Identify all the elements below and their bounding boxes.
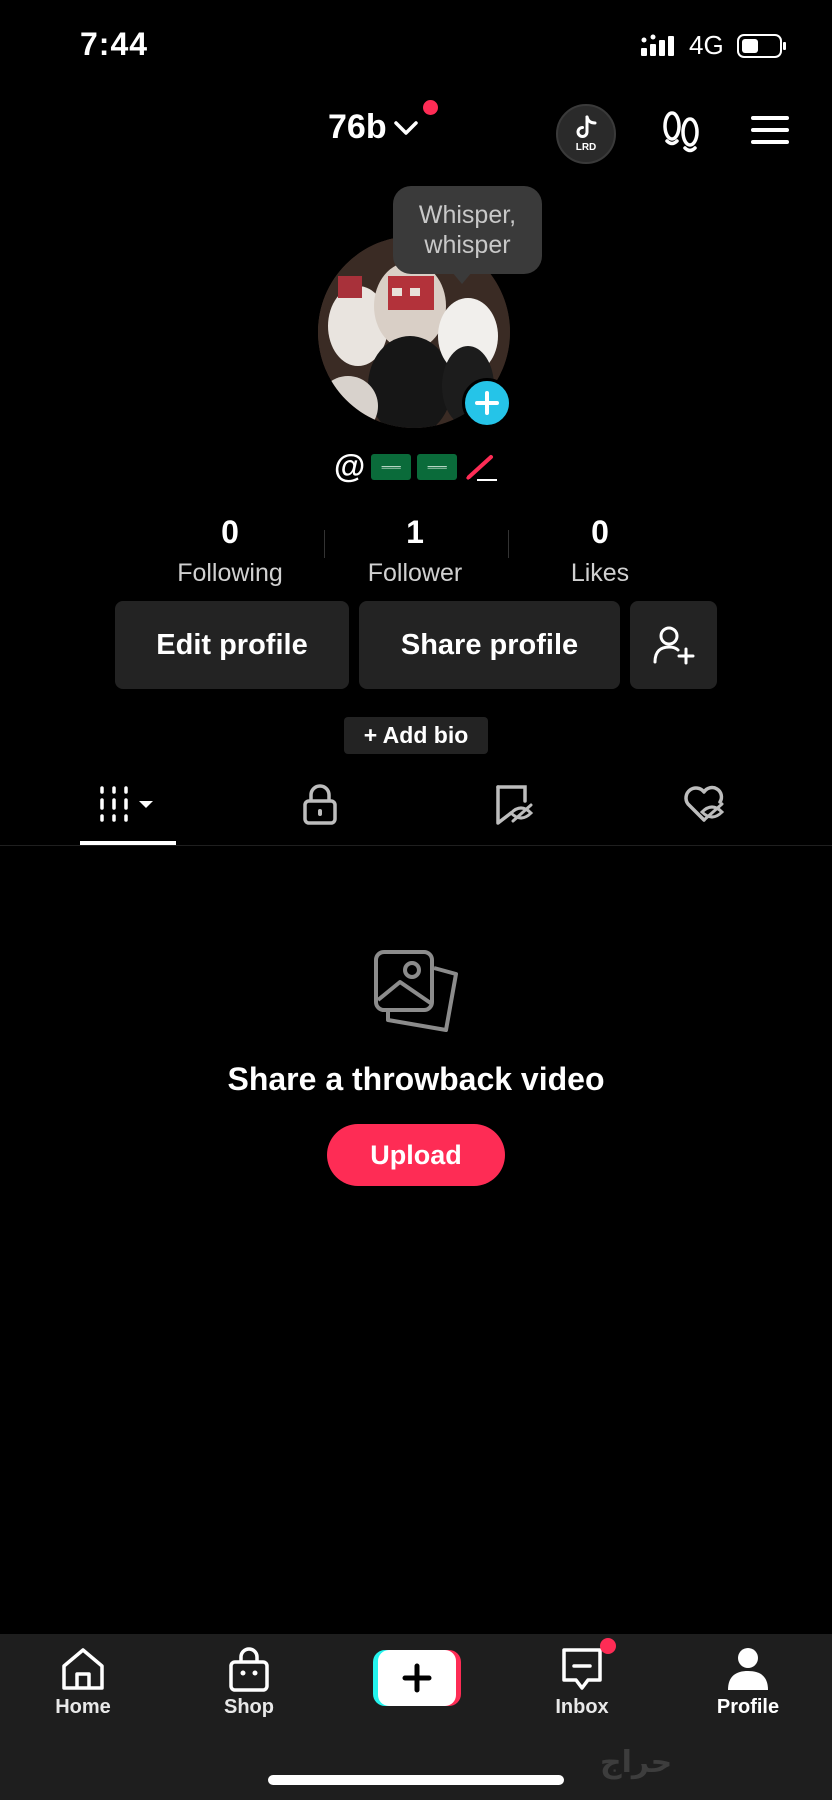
tiktok-logo-icon: [576, 115, 597, 138]
likes-stat[interactable]: 0 Likes: [508, 514, 692, 588]
add-friends-button[interactable]: [630, 601, 717, 689]
nav-home[interactable]: Home: [28, 1646, 138, 1719]
creator-badge-button[interactable]: LRD: [556, 104, 616, 164]
nav-inbox-label: Inbox: [555, 1696, 609, 1718]
follower-label: Follower: [367, 559, 463, 587]
likes-label: Likes: [570, 559, 630, 587]
home-icon: [62, 1648, 104, 1690]
tooltip-tail: [452, 272, 472, 284]
nav-profile-label: Profile: [716, 1696, 780, 1718]
menu-icon[interactable]: [749, 113, 791, 147]
videos-grid-icon: [100, 786, 153, 822]
add-user-icon: [653, 626, 694, 665]
nav-shop[interactable]: Shop: [194, 1646, 304, 1719]
likes-count: 0: [591, 514, 609, 550]
create-post-button[interactable]: [373, 1650, 461, 1706]
pencil-icon[interactable]: [463, 453, 499, 481]
saved-hidden-icon: [496, 785, 534, 825]
upload-button[interactable]: Upload: [327, 1124, 505, 1186]
avatar-tooltip: Whisper, whisper: [393, 186, 542, 274]
add-avatar-button[interactable]: [462, 378, 512, 428]
network-type: 4G: [689, 30, 724, 60]
follower-count: 1: [406, 514, 424, 550]
account-name: 76b: [328, 108, 387, 146]
add-bio-button[interactable]: + Add bio: [344, 717, 488, 754]
nav-profile[interactable]: Profile: [693, 1646, 803, 1719]
home-indicator: [268, 1775, 564, 1785]
nav-shop-label: Shop: [224, 1696, 274, 1718]
share-profile-button[interactable]: Share profile: [359, 601, 620, 689]
signal-icon: [641, 34, 674, 56]
nav-home-label: Home: [55, 1696, 111, 1718]
chevron-down-icon: [393, 120, 418, 135]
lock-icon: [303, 784, 337, 825]
status-time: 7:44: [80, 26, 149, 62]
tab-videos[interactable]: [80, 780, 176, 828]
inbox-notification-dot: [600, 1638, 616, 1654]
nav-inbox[interactable]: Inbox: [527, 1646, 637, 1719]
badge-label: LRD: [575, 142, 597, 153]
tab-liked[interactable]: [680, 780, 728, 828]
photo-stack-icon: [374, 950, 458, 1032]
watermark: حراج: [600, 1746, 673, 1779]
edit-profile-button[interactable]: Edit profile: [115, 601, 349, 689]
follower-stat[interactable]: 1 Follower: [323, 514, 507, 588]
plus-icon: [475, 391, 499, 415]
account-switcher[interactable]: 76b: [328, 108, 419, 147]
empty-state-title: Share a throwback video: [227, 1061, 605, 1097]
battery-icon: [737, 34, 786, 58]
username: @ ═══ ═══: [334, 448, 499, 485]
notification-dot: [423, 100, 438, 115]
following-label: Following: [177, 559, 283, 587]
footprint-icon[interactable]: [660, 110, 702, 156]
following-stat[interactable]: 0 Following: [138, 514, 322, 588]
tab-private[interactable]: [296, 780, 344, 828]
inbox-icon: [562, 1648, 602, 1690]
tab-divider: [0, 845, 832, 846]
saudi-flag-icon: ═══: [371, 453, 412, 480]
shopping-bag-icon: [229, 1647, 269, 1692]
liked-hidden-icon: [684, 785, 725, 822]
profile-icon: [728, 1648, 768, 1690]
saudi-flag-icon: ═══: [417, 453, 458, 480]
username-prefix: @: [334, 448, 366, 484]
tab-reposts[interactable]: [490, 780, 538, 828]
following-count: 0: [221, 514, 239, 550]
